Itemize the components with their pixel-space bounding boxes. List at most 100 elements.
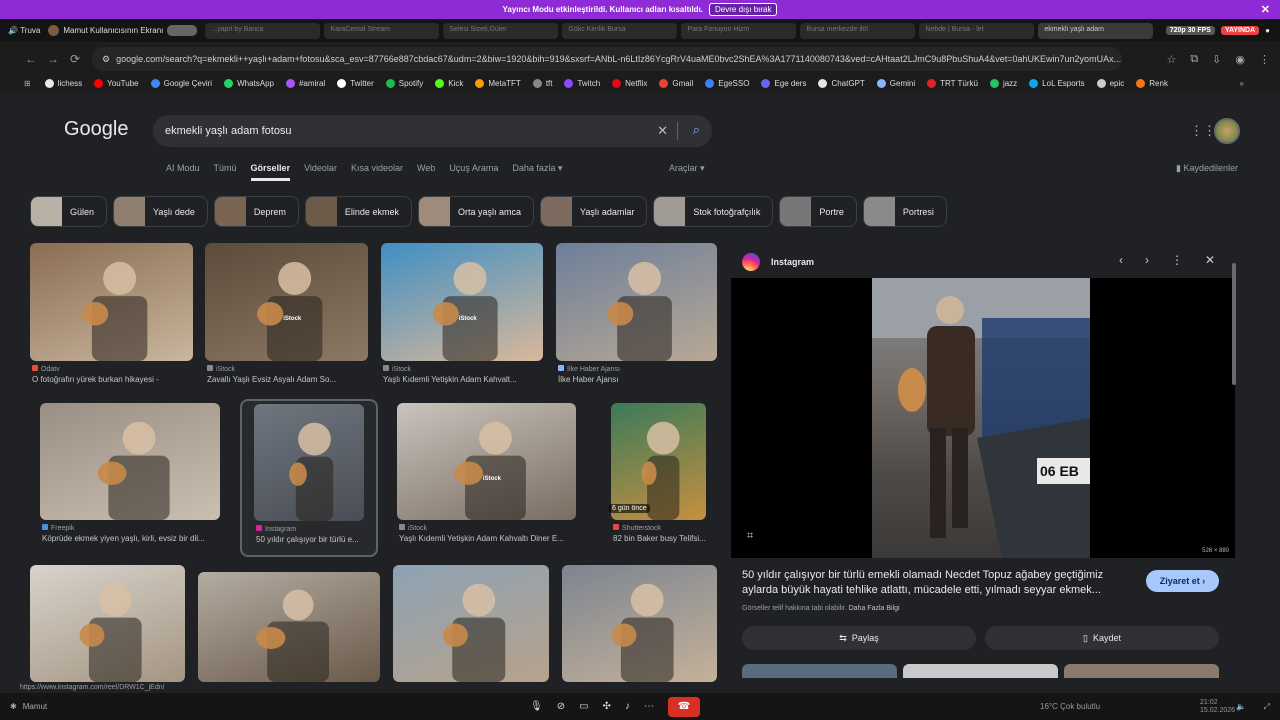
result-source[interactable]: iStock (399, 524, 578, 532)
save-button[interactable]: ▯ Kaydet (985, 626, 1219, 650)
browser-tab[interactable]: Para Fonuyon Hizm (681, 22, 797, 39)
bookmark-item[interactable]: MetaTFT (475, 79, 521, 88)
search-tab[interactable]: Uçuş Arama (449, 163, 498, 181)
image-result[interactable] (397, 403, 576, 520)
related-chip[interactable]: Elinde ekmek (304, 196, 412, 227)
browser-tab[interactable]: Selesi Sizeti,Güler (443, 22, 559, 39)
result-caption[interactable]: 50 yıldır çalışıyor bir türlü e... (256, 535, 366, 544)
clock[interactable]: 21:02 15.02.2026 (1200, 699, 1235, 715)
browser-tab[interactable]: ...yapıt by Banca (205, 22, 321, 39)
bookmark-item[interactable]: Ege ders (761, 79, 806, 88)
browser-tab-active[interactable]: ekmekli yaşlı adam (1038, 22, 1154, 39)
search-tab[interactable]: Görseller (250, 163, 291, 181)
screen-share-user[interactable]: Mamut Kullanıcısının Ekranı (48, 25, 198, 36)
related-chip[interactable]: Portre (779, 196, 857, 227)
bookmark-item[interactable]: Kick (435, 79, 463, 88)
more-icon[interactable]: ⋯ (644, 701, 654, 712)
google-lens-icon[interactable]: ⌗ (747, 530, 753, 543)
related-chip[interactable]: Portresi (862, 196, 947, 227)
related-chip[interactable]: Orta yaşlı amca (417, 196, 534, 227)
image-result[interactable] (30, 243, 193, 361)
image-result[interactable] (381, 243, 543, 361)
google-logo[interactable]: Google (64, 118, 129, 141)
page-scrollbar[interactable] (1232, 253, 1238, 683)
result-title[interactable]: 50 yıldır çalışıyor bir türlü emekli ola… (742, 568, 1132, 598)
result-caption[interactable]: Zavallı Yaşlı Evsiz Asyalı Adam So... (207, 375, 370, 384)
site-info-icon[interactable]: ⚙ (102, 54, 110, 65)
image-result[interactable] (205, 243, 368, 361)
saved-link[interactable]: ▮ Kaydedilenler (1176, 163, 1238, 174)
extensions-icon[interactable]: ⧉ (1190, 53, 1198, 66)
related-chip[interactable]: Gülen (30, 196, 108, 227)
menu-icon[interactable]: ● (1265, 26, 1270, 35)
bookmark-item[interactable]: Gemini (876, 79, 915, 88)
apps-grid-icon[interactable]: ⊞ (24, 79, 31, 88)
url-input[interactable]: ⚙ google.com/search?q=ekmekli++yaşlı+adam… (92, 47, 1122, 71)
end-call-button[interactable]: ☎ (667, 696, 700, 717)
result-caption[interactable]: Köprüde ekmek yiyen yaşlı, kirli, evsiz … (42, 534, 222, 543)
image-result[interactable] (30, 565, 185, 682)
tools-menu[interactable]: Araçlar ▾ (669, 163, 705, 174)
related-chip[interactable]: Deprem (213, 196, 299, 227)
profile-icon[interactable]: ◉ (1235, 53, 1245, 66)
result-caption[interactable]: Yaşlı Kıdemli Yetişkin Adam Kahvalt... (383, 375, 545, 384)
back-icon[interactable]: ← (20, 52, 42, 66)
screen-share-icon[interactable]: ▭ (579, 701, 588, 712)
bookmark-item[interactable]: Google Çeviri (150, 79, 212, 88)
bookmark-item[interactable]: tft (532, 79, 552, 88)
visit-button[interactable]: Ziyaret et › (1146, 570, 1219, 592)
taskbar-user[interactable]: Mamut (23, 702, 47, 711)
result-caption[interactable]: Yaşlı Kıdemli Yetişkin Adam Kahvaltı Din… (399, 534, 578, 543)
more-bookmarks-icon[interactable]: » (1240, 79, 1244, 88)
disable-streamer-mode-button[interactable]: Devre dışı bırak (709, 3, 778, 16)
clear-icon[interactable]: ✕ (657, 123, 668, 139)
search-tab[interactable]: Kısa videolar (351, 163, 403, 181)
related-thumbnail[interactable] (1064, 664, 1219, 678)
activities-icon[interactable]: ✣ (603, 701, 611, 712)
panel-source[interactable]: Instagram (742, 253, 814, 271)
bookmark-item[interactable]: EgeSSO (705, 79, 749, 88)
bookmark-item[interactable]: WhatsApp (224, 79, 274, 88)
result-caption[interactable]: İlke Haber Ajansı (558, 375, 719, 384)
bookmark-item[interactable]: epic (1096, 79, 1124, 88)
bookmark-item[interactable]: Renk (1136, 79, 1168, 88)
bookmark-item[interactable]: LoL Esports (1029, 79, 1085, 88)
result-source[interactable]: Freepik (42, 524, 222, 532)
learn-more-link[interactable]: Daha Fazla Bilgi (849, 605, 900, 612)
soundboard-icon[interactable]: ♪ (625, 701, 630, 712)
result-source[interactable]: Instagram (256, 525, 366, 533)
browser-tab[interactable]: Bursa merkezde ilöl (800, 22, 916, 39)
search-input[interactable]: ekmekli yaşlı adam fotosu ✕ ⌕ (153, 115, 712, 147)
related-chip[interactable]: Stok fotoğrafçılık (653, 196, 774, 227)
volume-icon[interactable]: 🔈 (1236, 702, 1246, 711)
image-result[interactable] (198, 572, 380, 682)
microphone-icon[interactable]: 🎙 (530, 701, 543, 712)
previous-icon[interactable]: ‹ (1119, 253, 1123, 267)
bookmark-item[interactable]: Gmail (659, 79, 693, 88)
related-thumbnail[interactable] (742, 664, 897, 678)
related-thumbnail[interactable] (903, 664, 1058, 678)
bookmark-item[interactable]: #amiral (285, 79, 325, 88)
image-viewer[interactable]: 06 EB 526 × 880 ⌗ (731, 278, 1235, 558)
result-source[interactable]: Shutterstock (613, 524, 708, 532)
bookmark-item[interactable]: TRT Türkü (927, 79, 978, 88)
image-result[interactable] (254, 404, 364, 521)
browser-menu-icon[interactable]: ⋮ (1259, 53, 1270, 66)
search-tab[interactable]: Videolar (304, 163, 337, 181)
image-result[interactable] (556, 243, 717, 361)
result-caption[interactable]: O fotoğrafın yürek burkan hikayesi - (32, 375, 195, 384)
close-icon[interactable]: ✕ (1261, 3, 1270, 16)
bookmark-item[interactable]: jazz (989, 79, 1017, 88)
search-tab[interactable]: AI Modu (166, 163, 200, 181)
forward-icon[interactable]: → (42, 52, 64, 66)
preview-image[interactable]: 06 EB (872, 278, 1090, 558)
bookmark-item[interactable]: YouTube (94, 79, 139, 88)
bookmark-item[interactable]: Spotify (385, 79, 423, 88)
search-query[interactable]: ekmekli yaşlı adam fotosu (165, 125, 292, 137)
result-caption[interactable]: 82 bin Baker busy Telifsi... (613, 534, 708, 543)
scrollbar-thumb[interactable] (1232, 263, 1236, 385)
bookmark-item[interactable]: ChatGPT (818, 79, 865, 88)
accessibility-icon[interactable]: ✱ (10, 702, 17, 711)
bookmark-item[interactable]: Twitch (564, 79, 600, 88)
image-result[interactable] (562, 565, 717, 682)
